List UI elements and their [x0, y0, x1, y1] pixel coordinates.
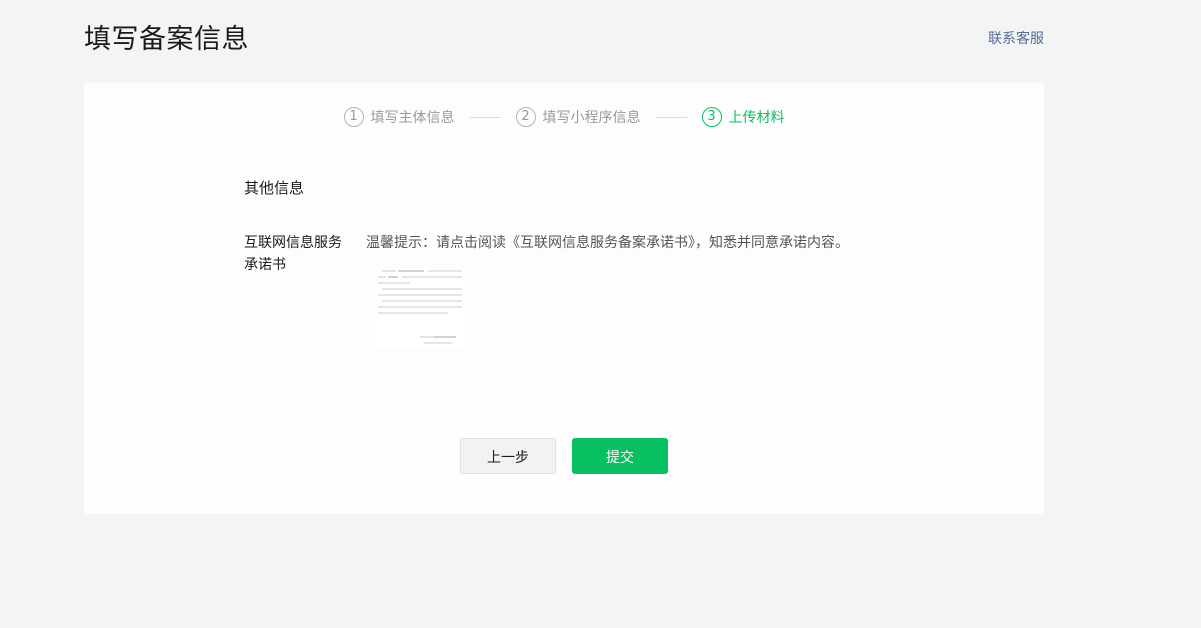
step-divider — [655, 116, 687, 118]
step-indicator: 1 填写主体信息 2 填写小程序信息 3 上传材料 — [84, 106, 1044, 128]
step-divider — [469, 116, 501, 118]
form-card: 1 填写主体信息 2 填写小程序信息 3 上传材料 其他信息 互联网信息服务承诺… — [84, 83, 1044, 514]
step-1: 1 填写主体信息 — [343, 107, 455, 127]
document-preview-image — [378, 270, 462, 344]
submit-button[interactable]: 提交 — [572, 438, 668, 474]
commitment-tip: 温馨提示：请点击阅读《互联网信息服务备案承诺书》，知悉并同意承诺内容。 — [366, 233, 849, 253]
contact-support-link[interactable]: 联系客服 — [988, 30, 1044, 48]
step-3: 3 上传材料 — [701, 107, 785, 127]
prev-step-button[interactable]: 上一步 — [460, 438, 556, 474]
section-title: 其他信息 — [244, 179, 305, 197]
commitment-document-thumbnail[interactable] — [374, 267, 470, 349]
step-2: 2 填写小程序信息 — [515, 107, 641, 127]
step-3-label: 上传材料 — [728, 110, 785, 126]
page-title: 填写备案信息 — [84, 24, 249, 55]
step-1-label: 填写主体信息 — [370, 110, 455, 126]
step-2-number: 2 — [515, 107, 536, 127]
commitment-field-label: 互联网信息服务承诺书 — [244, 235, 342, 273]
commitment-doc-link[interactable]: 《互联网信息服务备案承诺书》 — [506, 235, 695, 251]
step-2-label: 填写小程序信息 — [542, 110, 641, 126]
tip-prefix: 温馨提示：请点击阅读 — [366, 235, 506, 251]
tip-suffix: ，知悉并同意承诺内容。 — [695, 235, 849, 251]
step-3-number: 3 — [701, 107, 722, 127]
step-1-number: 1 — [343, 107, 364, 127]
